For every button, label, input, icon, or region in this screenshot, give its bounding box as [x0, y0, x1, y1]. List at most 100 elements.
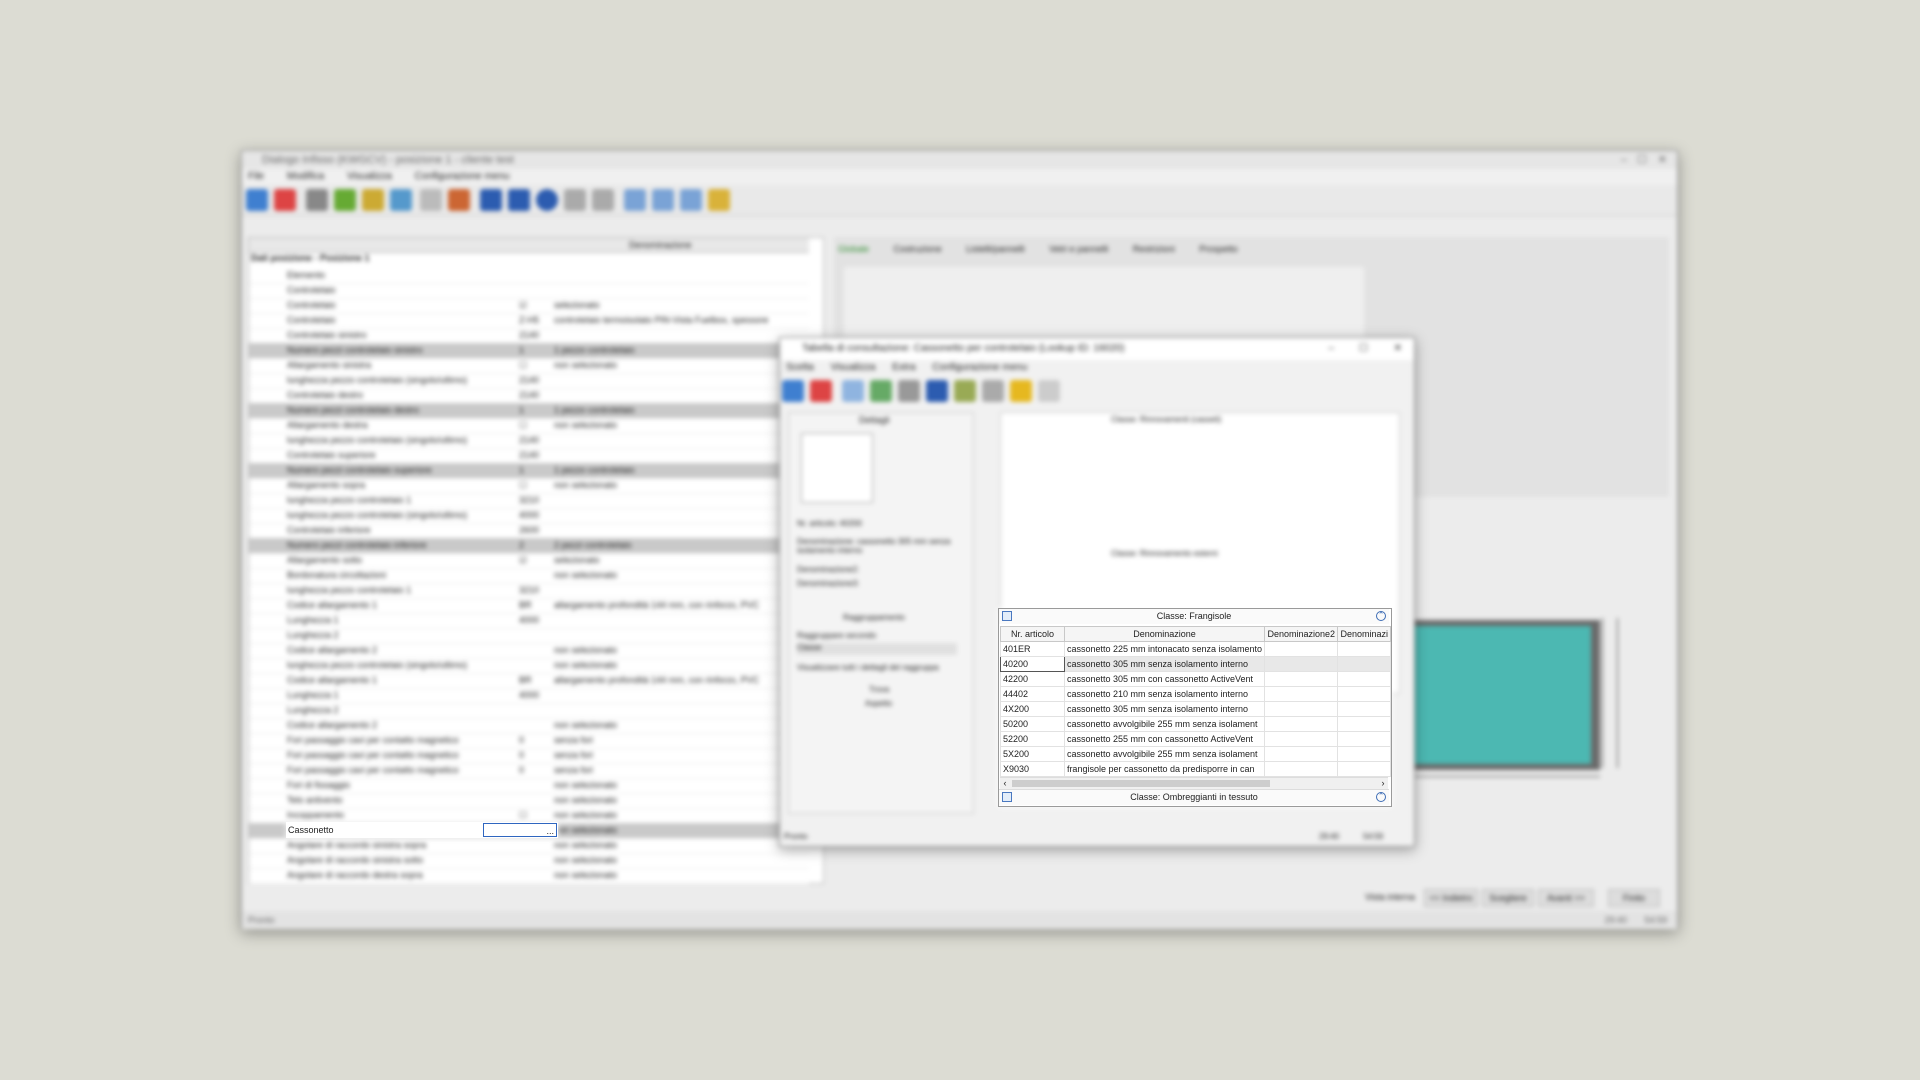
- property-row[interactable]: Angolare di raccordo sinistra sotto non s…: [249, 853, 809, 869]
- table-row[interactable]: 52200 cassonetto 255 mm con cassonetto Ac…: [1000, 731, 1391, 747]
- layout-icon[interactable]: [652, 189, 674, 211]
- view-icon[interactable]: [680, 189, 702, 211]
- property-row[interactable]: Numero pezzi controtelaio destro 1 1 pezzo…: [249, 403, 809, 419]
- cell-denomination3[interactable]: [1337, 716, 1391, 732]
- cell-denomination3[interactable]: [1337, 761, 1391, 777]
- tab-listelli[interactable]: Listelli/pannelli: [966, 244, 1025, 254]
- grid-icon[interactable]: [624, 189, 646, 211]
- property-row[interactable]: lunghezza pezzo controtelaio 1 3210: [249, 583, 809, 599]
- last-record-icon[interactable]: [592, 189, 614, 211]
- cell-denomination2[interactable]: [1264, 731, 1339, 747]
- find-header[interactable]: Trova: [869, 685, 889, 694]
- show-all-checkbox[interactable]: Visualizzare tutti i dettagli del raggru…: [797, 663, 939, 672]
- lookup-tool-icon[interactable]: [954, 380, 976, 402]
- finish-button[interactable]: Finito: [1608, 889, 1660, 907]
- table-row[interactable]: 50200 cassonetto avvolgibile 255 mm senza…: [1000, 716, 1391, 732]
- column-header-article[interactable]: Nr. articolo: [1000, 626, 1065, 642]
- tool-icon[interactable]: [306, 189, 328, 211]
- lookup-close-icon[interactable]: ✕: [1394, 338, 1402, 360]
- first-record-icon[interactable]: [480, 189, 502, 211]
- property-row[interactable]: Angolare di raccordo destra sopra non sel…: [249, 868, 809, 884]
- cell-denomination[interactable]: cassonetto 210 mm senza isolamento inter…: [1063, 686, 1266, 702]
- property-row[interactable]: Allargamento sopra ☐ non selezionato: [249, 478, 809, 494]
- lookup-filter-icon[interactable]: [898, 380, 920, 402]
- cell-denomination[interactable]: cassonetto 255 mm con cassonetto ActiveV…: [1063, 731, 1266, 747]
- class-header-frangisole[interactable]: Classe: Frangisole ⌃: [999, 609, 1389, 624]
- menu-configurazione[interactable]: Configurazione menu: [415, 171, 510, 182]
- menu-file[interactable]: File: [248, 171, 264, 182]
- property-row[interactable]: lunghezza pezzo controtelaio (singolo/ul…: [249, 433, 809, 449]
- cell-denomination2[interactable]: [1264, 701, 1339, 717]
- property-row[interactable]: Controtelaio destro 2140: [249, 388, 809, 404]
- menu-visualizza[interactable]: Visualizza: [347, 171, 392, 182]
- cancel-icon[interactable]: [274, 189, 296, 211]
- lookup-button[interactable]: ...: [546, 823, 554, 839]
- scroll-left-icon[interactable]: ‹: [1000, 778, 1010, 789]
- property-row[interactable]: Lunghezza 2: [249, 628, 809, 644]
- maximize-icon[interactable]: ☐: [1637, 151, 1647, 169]
- table-row[interactable]: 401ER cassonetto 225 mm intonacato senza …: [1000, 641, 1391, 657]
- property-row[interactable]: Controtelaio ☑ selezionato: [249, 298, 809, 314]
- cell-denomination[interactable]: cassonetto 305 mm senza isolamento inter…: [1063, 656, 1266, 672]
- cell-denomination2[interactable]: [1264, 686, 1339, 702]
- property-row[interactable]: Controtelaio Z-H5 controtelaio termoisolat…: [249, 313, 809, 329]
- cell-article[interactable]: 4X200: [1000, 701, 1065, 717]
- tab-prospetto[interactable]: Prospetto: [1199, 244, 1238, 254]
- tool3-icon[interactable]: [362, 189, 384, 211]
- cell-article[interactable]: 44402: [1000, 686, 1065, 702]
- property-row[interactable]: Allargamento sinistra ☐ non selezionato: [249, 358, 809, 374]
- cell-denomination2[interactable]: [1264, 761, 1339, 777]
- property-row[interactable]: lunghezza pezzo controtelaio (singolo/ul…: [249, 508, 809, 524]
- scrollbar-thumb[interactable]: [1012, 780, 1270, 787]
- cell-denomination2[interactable]: [1264, 716, 1339, 732]
- lookup-edit-icon[interactable]: [982, 380, 1004, 402]
- lookup-menu-configurazione[interactable]: Configurazione menu: [932, 362, 1027, 373]
- property-row[interactable]: Codice allargamento 2 non selezionato: [249, 643, 809, 659]
- cell-article[interactable]: X9030: [1000, 761, 1065, 777]
- property-row[interactable]: Codice allargamento 2 non selezionato: [249, 718, 809, 734]
- class-header-ombreggianti[interactable]: Classe: Ombreggianti in tessuto ⌃: [999, 789, 1389, 805]
- property-row[interactable]: Numero pezzi controtelaio superiore 1 1 pe…: [249, 463, 809, 479]
- menu-modifica[interactable]: Modifica: [287, 171, 324, 182]
- property-row[interactable]: Codice allargamento 1 BR allargamento prof…: [249, 673, 809, 689]
- tab-restrizioni[interactable]: Restrizioni: [1133, 244, 1175, 254]
- table-row[interactable]: 42200 cassonetto 305 mm con cassonetto Ac…: [1000, 671, 1391, 687]
- property-row[interactable]: Telo antivento non selezionato: [249, 793, 809, 809]
- lookup-table-icon[interactable]: [842, 380, 864, 402]
- cell-article[interactable]: 40200: [1000, 656, 1065, 672]
- tool2-icon[interactable]: [334, 189, 356, 211]
- aspect-header[interactable]: Aspetto: [865, 699, 892, 708]
- tab-costruzione[interactable]: Costruzione: [894, 244, 942, 254]
- column-header-denomination[interactable]: Denominazione: [1063, 626, 1266, 642]
- close-icon[interactable]: ✕: [1658, 151, 1667, 169]
- property-row[interactable]: Lunghezza 1 4000: [249, 688, 809, 704]
- group-by-select[interactable]: Classe: [797, 643, 957, 655]
- cell-denomination3[interactable]: [1337, 701, 1391, 717]
- table-row[interactable]: X9030 frangisole per cassonetto da predis…: [1000, 761, 1391, 777]
- horizontal-scrollbar[interactable]: ‹ ›: [1000, 777, 1388, 789]
- lookup-menu-visualizza[interactable]: Visualizza: [831, 362, 876, 373]
- lookup-ok-icon[interactable]: [782, 380, 804, 402]
- lookup-favorite-icon[interactable]: [1010, 380, 1032, 402]
- current-record-icon[interactable]: [536, 189, 558, 211]
- property-row[interactable]: Codice allargamento 1 BR allargamento prof…: [249, 598, 809, 614]
- minimize-icon[interactable]: –: [1621, 151, 1627, 169]
- property-row[interactable]: Elemento: [249, 268, 809, 284]
- cell-article[interactable]: 50200: [1000, 716, 1065, 732]
- table-row[interactable]: 40200 cassonetto 305 mm senza isolamento …: [1000, 656, 1391, 672]
- next-record-icon[interactable]: [564, 189, 586, 211]
- choose-button[interactable]: Scegliere: [1482, 889, 1534, 907]
- cell-article[interactable]: 42200: [1000, 671, 1065, 687]
- lookup-maximize-icon[interactable]: ☐: [1359, 338, 1368, 360]
- property-row[interactable]: lunghezza pezzo controtelaio (singolo/ul…: [249, 373, 809, 389]
- cell-denomination[interactable]: cassonetto 305 mm senza isolamento inter…: [1063, 701, 1266, 717]
- table-row[interactable]: 4X200 cassonetto 305 mm senza isolamento …: [1000, 701, 1391, 717]
- property-row[interactable]: Fori passaggio cavi per contatto magneti…: [249, 763, 809, 779]
- cassonetto-input[interactable]: ...: [483, 823, 557, 837]
- property-row[interactable]: Numero pezzi controtelaio inferiore 2 2 pe…: [249, 538, 809, 554]
- column-header-denomination3[interactable]: Denominazi: [1337, 626, 1391, 642]
- table-row[interactable]: 5X200 cassonetto avvolgibile 255 mm senza…: [1000, 746, 1391, 762]
- table-row[interactable]: 44402 cassonetto 210 mm senza isolamento …: [1000, 686, 1391, 702]
- property-row[interactable]: lunghezza pezzo controtelaio (singolo/ul…: [249, 658, 809, 674]
- property-row[interactable]: Bordonatura circoltazioni non selezionato: [249, 568, 809, 584]
